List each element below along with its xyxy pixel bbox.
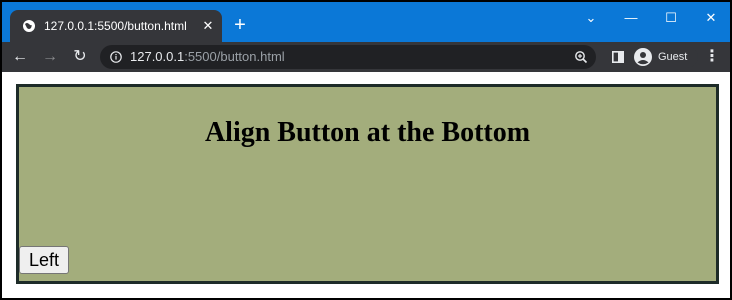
back-button[interactable]: ←: [10, 47, 30, 67]
page-heading: Align Button at the Bottom: [204, 117, 531, 148]
side-panel-icon[interactable]: [612, 51, 624, 63]
close-tab-icon[interactable]: ✕: [200, 18, 216, 34]
minimize-button[interactable]: —: [616, 8, 646, 28]
forward-button[interactable]: →: [40, 47, 60, 67]
page-viewport: Align Button at the Bottom Left: [2, 72, 730, 298]
tab-search-icon[interactable]: ⌄: [576, 8, 606, 28]
title-bar: 127.0.0.1:5500/button.html ✕ + ⌄ — ☐ ✕: [2, 2, 730, 42]
url-path: :5500/button.html: [184, 49, 285, 64]
maximize-button[interactable]: ☐: [656, 8, 686, 28]
zoom-icon[interactable]: [574, 50, 588, 64]
reload-button[interactable]: ↻: [70, 47, 90, 67]
profile-button[interactable]: Guest: [632, 46, 698, 68]
globe-icon: [23, 20, 35, 32]
avatar-icon: [634, 48, 652, 66]
left-button[interactable]: Left: [19, 246, 69, 274]
new-tab-button[interactable]: +: [230, 15, 250, 35]
tab-title: 127.0.0.1:5500/button.html: [44, 19, 187, 33]
close-window-button[interactable]: ✕: [696, 8, 726, 28]
address-bar[interactable]: 127.0.0.1:5500/button.html: [100, 45, 596, 69]
menu-icon[interactable]: ⋮: [704, 47, 720, 67]
browser-tab[interactable]: 127.0.0.1:5500/button.html ✕: [10, 10, 222, 42]
content-box: Align Button at the Bottom Left: [16, 84, 719, 284]
info-icon[interactable]: [110, 51, 122, 63]
browser-toolbar: ← → ↻ 127.0.0.1:5500/button.html Guest ⋮: [2, 42, 730, 72]
url-host: 127.0.0.1: [130, 49, 185, 64]
profile-label: Guest: [658, 51, 688, 63]
browser-window: 127.0.0.1:5500/button.html ✕ + ⌄ — ☐ ✕ ←…: [0, 0, 732, 300]
url-text: 127.0.0.1:5500/button.html: [130, 49, 285, 65]
